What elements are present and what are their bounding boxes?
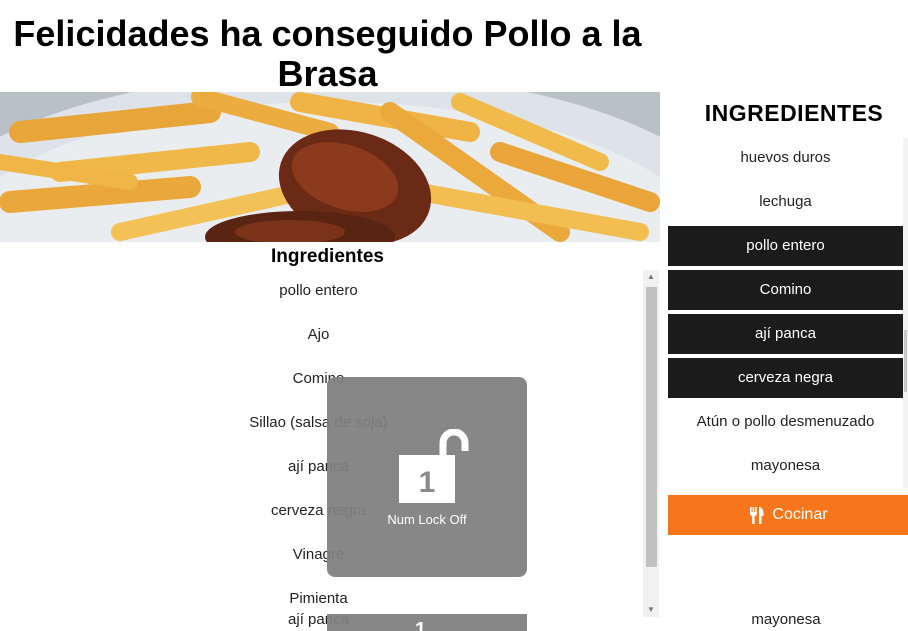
toast-digit: 1 [419,466,436,499]
list-item: ají panca [288,458,349,475]
toast-label: Num Lock Off [387,512,467,527]
ingredient-option[interactable]: mayonesa [668,611,904,628]
ingredient-option-selected[interactable]: cerveza negra [668,358,903,398]
num-lock-toast-repeat: 1 [327,614,527,631]
ingredient-option-selected[interactable]: ají panca [668,314,903,354]
cook-button-label: Cocinar [772,506,828,523]
unlocked-padlock-icon: 1 [399,429,469,503]
ingredient-option[interactable]: Atún o pollo desmenuzado [668,402,903,442]
right-ingredients-heading: INGREDIENTES [704,100,884,126]
ingredients-list[interactable]: pollo entero Ajo Comino Sillao (salsa de… [0,270,644,631]
right-list-scrollbar[interactable] [903,138,908,488]
list-item: Pimienta [289,590,348,607]
toast-digit: 1 [415,619,427,631]
list-item: ají panca [288,611,349,628]
cook-button[interactable]: Cocinar [668,495,908,535]
scroll-up-arrow-icon[interactable]: ▲ [643,270,659,284]
list-item: pollo entero [279,282,358,299]
ingredient-option[interactable]: lechuga [668,182,903,222]
scrollbar-thumb[interactable] [646,287,657,567]
list-item: Ajo [307,326,330,343]
list-item: Vinagre [292,546,345,563]
list-item: cerveza negra [270,502,367,519]
list-item: Comino [292,370,345,387]
utensils-icon [750,507,764,524]
ingredients-scrollbar[interactable]: ▲ ▼ [643,270,659,617]
dish-image [0,92,660,242]
scroll-down-arrow-icon[interactable]: ▼ [643,603,659,617]
ingredients-heading: Ingredientes [271,246,384,267]
list-item: Sillao (salsa de soja) [249,414,388,431]
ingredient-option-selected[interactable]: Comino [668,270,903,310]
scrollbar-thumb[interactable] [904,330,907,392]
ingredient-option-selected[interactable]: pollo entero [668,226,903,266]
page-title: Felicidades ha conseguido Pollo a la Bra… [13,13,642,94]
num-lock-toast: 1 Num Lock Off [327,377,527,577]
ingredient-option[interactable]: mayonesa [668,446,903,486]
ingredient-option[interactable]: huevos duros [668,138,903,178]
